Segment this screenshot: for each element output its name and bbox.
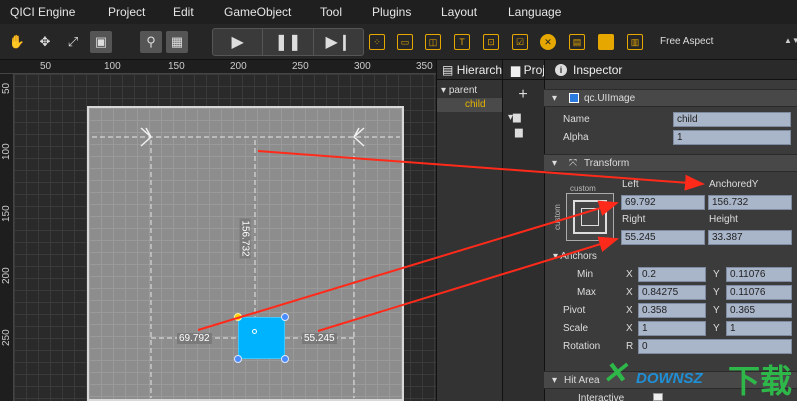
watermark-x-icon: ✕ [602, 357, 628, 390]
pivot-y-field[interactable]: 0.365 [726, 303, 792, 318]
child-handle-top-right[interactable] [281, 313, 289, 321]
alpha-field[interactable]: 1 [673, 130, 791, 145]
watermark-text: DOWNSZ [636, 370, 703, 387]
pivot-x-label: X [626, 305, 633, 316]
hierarchy-item-child[interactable]: child [437, 98, 503, 112]
height-field[interactable]: 33.387 [708, 230, 792, 245]
project-panel: ▆ Project + ▾▆ ▆ [502, 60, 545, 401]
child-handle-bottom-right[interactable] [281, 355, 289, 363]
rotation-r-label: R [626, 341, 634, 352]
scale-y-field[interactable]: 1 [726, 321, 792, 336]
right-field[interactable]: 55.245 [621, 230, 705, 245]
anchors-max-label: Max [577, 287, 596, 298]
pivot-label: Pivot [563, 305, 586, 316]
anchors-min-x-label: X [626, 269, 633, 280]
alpha-label: Alpha [563, 132, 589, 143]
anchors-min-y-label: Y [713, 269, 720, 280]
name-label: Name [563, 114, 590, 125]
hierarchy-panel: ▤ Hierarchy ▾ parent child [436, 60, 503, 401]
left-field[interactable]: 69.792 [621, 195, 705, 210]
child-handle-top-left[interactable] [234, 313, 242, 321]
anchoredy-label: AnchoredY [709, 179, 759, 190]
tab-project[interactable]: ▆ Project [503, 60, 545, 80]
scale-y-label: Y [713, 323, 720, 334]
scale-x-label: X [626, 323, 633, 334]
collapse-icon: ▾ [552, 158, 558, 169]
tab-inspector[interactable]: i Inspector [545, 60, 797, 80]
child-pivot-icon[interactable] [252, 329, 257, 334]
scale-label: Scale [563, 323, 589, 334]
add-asset-button[interactable]: + [511, 86, 535, 108]
anchors-max-x-label: X [626, 287, 633, 298]
pivot-x-field[interactable]: 0.358 [638, 303, 706, 318]
anchor-preset-button[interactable] [566, 193, 614, 241]
collapse-icon: ▾ [552, 375, 558, 386]
anchor-preset-label: custom [570, 184, 596, 193]
rotation-label: Rotation [563, 341, 601, 352]
qici-editor-window: QICI Engine Project Edit GameObject Tool… [0, 0, 797, 401]
folder-tree-icon[interactable]: ▆ [515, 127, 523, 138]
dim-label-right: 55.245 [302, 333, 337, 344]
hierarchy-icon: ▤ [442, 63, 454, 77]
anchors-max-x-field[interactable]: 0.84275 [638, 285, 706, 300]
pivot-y-label: Y [713, 305, 720, 316]
name-field[interactable]: child [673, 112, 791, 127]
dim-label-left: 69.792 [177, 333, 212, 344]
anchors-foldout[interactable]: ▾ Anchors [553, 251, 597, 262]
height-label: Height [709, 214, 738, 225]
right-label: Right [622, 214, 646, 225]
info-icon: i [555, 64, 567, 76]
anchors-min-x-field[interactable]: 0.2 [638, 267, 706, 282]
anchors-max-y-label: Y [713, 287, 720, 298]
anchors-min-label: Min [577, 269, 594, 280]
tab-hierarchy[interactable]: ▤ Hierarchy [437, 60, 503, 80]
scale-x-field[interactable]: 1 [638, 321, 706, 336]
component-header-transform[interactable]: ▾ ⤧ Transform [544, 154, 797, 172]
transform-icon: ⤧ [569, 158, 577, 169]
rotation-field[interactable]: 0 [638, 339, 792, 354]
child-node[interactable] [238, 317, 285, 359]
child-handle-bottom-left[interactable] [234, 355, 242, 363]
anchor-preset-inner-icon [581, 208, 599, 226]
left-label: Left [622, 179, 639, 190]
folder-icon: ▆ [511, 63, 521, 77]
watermark-cn: 下载 [728, 363, 793, 399]
anchors-min-y-field[interactable]: 0.11076 [726, 267, 792, 282]
hierarchy-item-parent[interactable]: ▾ parent [441, 85, 477, 96]
folder-tree-icon[interactable]: ▾▆ [508, 112, 521, 123]
anchor-preset-side-label: custom [553, 204, 562, 230]
watermark: ✕ DOWNSZ 下载 [600, 354, 797, 401]
collapse-icon: ▾ [552, 93, 558, 104]
component-header-uiimage[interactable]: ▾ qc.UIImage [544, 89, 797, 107]
anchoredy-field[interactable]: 156.732 [708, 195, 792, 210]
anchors-max-y-field[interactable]: 0.11076 [726, 285, 792, 300]
dim-label-top: 156.732 [239, 218, 251, 259]
enabled-checkbox[interactable] [569, 93, 579, 103]
